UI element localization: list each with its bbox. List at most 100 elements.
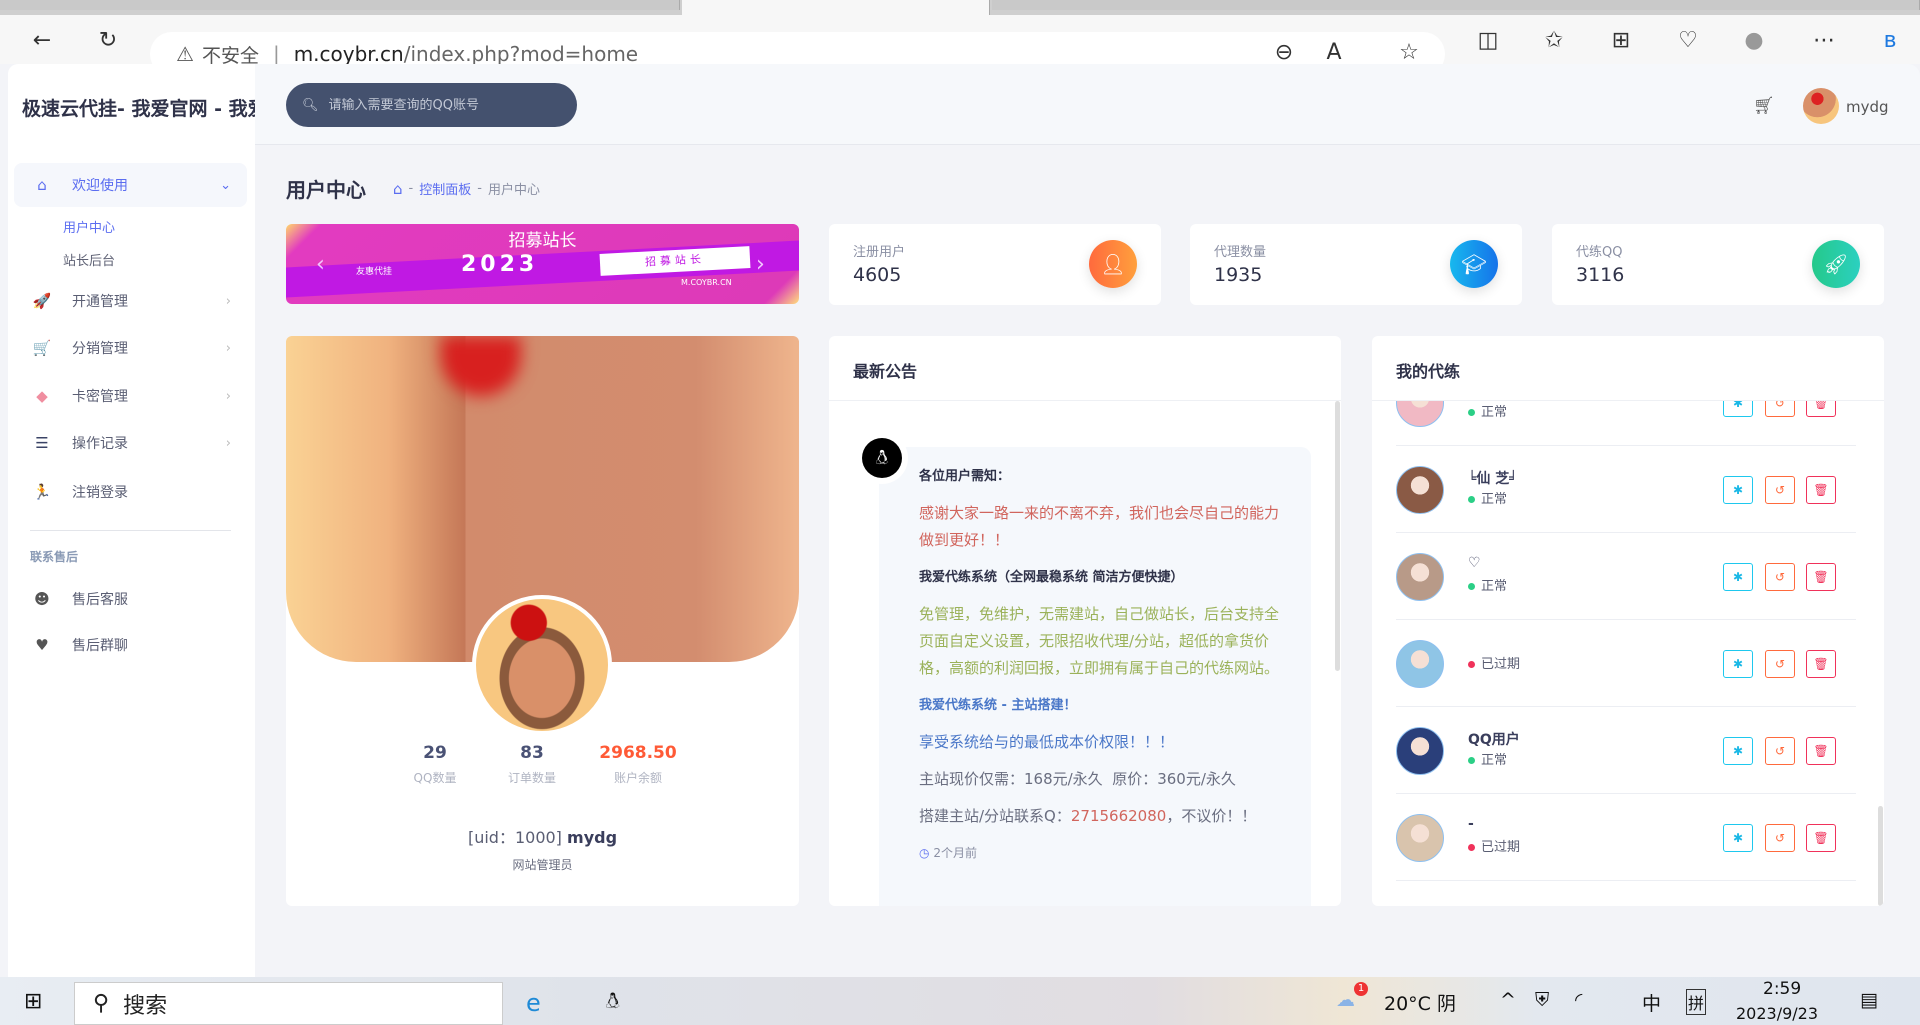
settings-button[interactable]: ✱ bbox=[1723, 650, 1753, 678]
scrollbar[interactable] bbox=[1878, 806, 1883, 906]
more-icon[interactable]: ⋯ bbox=[1810, 28, 1838, 53]
sidebar-item-welcome[interactable]: ⌂ 欢迎使用 ⌄ bbox=[14, 163, 247, 207]
cart-icon[interactable]: 🛒︎ bbox=[1753, 96, 1775, 116]
avatar[interactable] bbox=[1803, 88, 1839, 124]
browser-toolbar: ← ↻ ⚠ 不安全 | m.coybr.cn/index.php?mod=hom… bbox=[0, 15, 1920, 76]
nav-label: 开通管理 bbox=[72, 294, 128, 310]
health-icon[interactable]: ♡ bbox=[1674, 28, 1702, 53]
restart-button[interactable]: ↺ bbox=[1765, 737, 1795, 765]
order-count: 83 订单数量 bbox=[472, 743, 592, 786]
settings-button[interactable]: ✱ bbox=[1723, 824, 1753, 852]
header-username[interactable]: mydg bbox=[1846, 98, 1889, 116]
account-avatar bbox=[1396, 727, 1444, 775]
account-status: 正常 bbox=[1468, 575, 1507, 594]
settings-button[interactable]: ✱ bbox=[1723, 563, 1753, 591]
chevron-left-icon[interactable]: ‹ bbox=[316, 252, 325, 277]
clock-time[interactable]: 2:59 bbox=[1763, 979, 1801, 999]
split-screen-icon[interactable]: ◫ bbox=[1474, 28, 1502, 53]
account-status: 正常 bbox=[1468, 488, 1507, 507]
trash-icon: 🗑︎ bbox=[1813, 483, 1829, 497]
sidebar-item-support[interactable]: ☻ 售后客服 bbox=[14, 577, 247, 621]
restart-button[interactable]: ↺ bbox=[1765, 563, 1795, 591]
qq-icon[interactable]: 🐧︎ bbox=[606, 989, 620, 1017]
taskbar: ⊞ ⚲ 搜索 e 🐧︎ ☁ 1 20°C 阴 ^ ⛨ ◜ 中 拼 2:59 20… bbox=[0, 977, 1920, 1025]
account-list: 大官赐福正常✱↺🗑︎╘仙 芝╛正常✱↺🗑︎♡正常✱↺🗑︎已过期✱↺🗑︎QQ用户正… bbox=[1372, 401, 1884, 906]
delete-button[interactable]: 🗑︎ bbox=[1806, 737, 1836, 765]
taskbar-search[interactable]: ⚲ 搜索 bbox=[74, 982, 503, 1025]
notification-icon[interactable]: ▤ bbox=[1860, 989, 1878, 1011]
restart-button[interactable]: ↺ bbox=[1765, 824, 1795, 852]
ime-mode[interactable]: 中 bbox=[1642, 989, 1661, 1016]
settings-button[interactable]: ✱ bbox=[1723, 737, 1753, 765]
notice-contact-qq[interactable]: 2715662080 bbox=[1071, 807, 1166, 825]
delete-button[interactable]: 🗑︎ bbox=[1806, 650, 1836, 678]
weather-text[interactable]: 20°C 阴 bbox=[1384, 989, 1456, 1016]
breadcrumb-current: 用户中心 bbox=[487, 183, 540, 198]
browser-tab[interactable] bbox=[992, 0, 1920, 10]
profile-icon[interactable]: ● bbox=[1740, 28, 1768, 53]
user-icon: 👤︎ bbox=[1089, 240, 1137, 288]
profile-avatar[interactable] bbox=[472, 595, 612, 735]
delete-button[interactable]: 🗑︎ bbox=[1806, 563, 1836, 591]
browser-tab[interactable] bbox=[0, 0, 680, 10]
refresh-icon[interactable]: ↻ bbox=[94, 28, 122, 53]
search-input[interactable] bbox=[328, 97, 559, 113]
zoom-out-icon[interactable]: ⊖ bbox=[1270, 40, 1298, 65]
restart-button[interactable]: ↺ bbox=[1765, 401, 1795, 417]
url-path: /index.php?mod=home bbox=[403, 42, 639, 66]
sidebar-sub-admin[interactable]: 站长后台 bbox=[63, 250, 115, 269]
order-count-value: 83 bbox=[520, 743, 544, 763]
wifi-icon[interactable]: ◜ bbox=[1575, 989, 1582, 1011]
notice-price: 主站现价仅需：168元/永久 原价：360元/永久 bbox=[919, 770, 1236, 788]
browser-tab-active[interactable] bbox=[682, 0, 990, 15]
restart-button[interactable]: ↺ bbox=[1765, 476, 1795, 504]
sidebar-item-open[interactable]: 🚀 开通管理 › bbox=[14, 279, 247, 323]
gear-icon: ✱ bbox=[1732, 657, 1744, 671]
collections-icon[interactable]: ⊞ bbox=[1607, 28, 1635, 53]
status-dot bbox=[1468, 661, 1475, 668]
restart-button[interactable]: ↺ bbox=[1765, 650, 1795, 678]
status-dot bbox=[1468, 757, 1475, 764]
sidebar-item-group[interactable]: ♥ 售后群聊 bbox=[14, 623, 247, 667]
security-shield-icon[interactable]: ⛨ bbox=[1535, 989, 1549, 1011]
favorites-icon[interactable]: ✩ bbox=[1540, 28, 1568, 53]
clock-date[interactable]: 2023/9/23 bbox=[1736, 1004, 1818, 1023]
account-avatar bbox=[1396, 640, 1444, 688]
delete-button[interactable]: 🗑︎ bbox=[1806, 824, 1836, 852]
gear-icon: ✱ bbox=[1732, 831, 1744, 845]
status-text: 正常 bbox=[1481, 405, 1508, 420]
recruit-banner[interactable]: 招募站长 友惠代挂 2023 招募站长 M.COYBR.CN ‹ › bbox=[286, 224, 799, 304]
home-icon[interactable]: ⌂ bbox=[393, 180, 403, 198]
favorite-star-icon[interactable]: ☆ bbox=[1395, 40, 1423, 65]
qq-search[interactable]: 🔍︎ bbox=[286, 83, 577, 127]
read-aloud-icon[interactable]: A bbox=[1320, 40, 1348, 65]
chevron-up-icon[interactable]: ^ bbox=[1500, 989, 1516, 1011]
scrollbar[interactable] bbox=[1335, 401, 1340, 671]
settings-button[interactable]: ✱ bbox=[1723, 476, 1753, 504]
sidebar-item-distribution[interactable]: 🛒 分销管理 › bbox=[14, 326, 247, 370]
warning-icon: ⚠ bbox=[176, 42, 194, 66]
sidebar-item-logout[interactable]: 🏃 注销登录 bbox=[14, 470, 247, 514]
sidebar-item-cards[interactable]: ◆ 卡密管理 › bbox=[14, 374, 247, 418]
windows-start-icon[interactable]: ⊞ bbox=[24, 989, 42, 1014]
ime-pinyin[interactable]: 拼 bbox=[1686, 989, 1707, 1015]
list-item: - 已过期 ✱ ↺ 🗑︎ bbox=[1396, 794, 1856, 881]
edge-icon[interactable]: e bbox=[526, 989, 541, 1017]
breadcrumb-dashboard[interactable]: 控制面板 bbox=[419, 179, 471, 198]
chevron-right-icon: › bbox=[225, 340, 231, 356]
sidebar-sub-user-center[interactable]: 用户中心 bbox=[63, 217, 115, 236]
chevron-right-icon[interactable]: › bbox=[756, 252, 765, 277]
sidebar-item-logs[interactable]: ☰ 操作记录 › bbox=[14, 421, 247, 465]
delete-button[interactable]: 🗑︎ bbox=[1806, 401, 1836, 417]
settings-button[interactable]: ✱ bbox=[1723, 401, 1753, 417]
account-avatar bbox=[1396, 466, 1444, 514]
weather-icon[interactable]: ☁ bbox=[1336, 989, 1355, 1011]
back-icon[interactable]: ← bbox=[28, 28, 56, 53]
list-item: ♡ 正常 ✱ ↺ 🗑︎ bbox=[1396, 533, 1856, 620]
site-brand[interactable]: 极速云代挂- 我爱官网 - 我爱代练系统 bbox=[22, 94, 255, 121]
bing-icon[interactable]: ʙ bbox=[1876, 28, 1904, 53]
notice-text: 享受系统给与的最低成本价权限！！！ bbox=[919, 733, 1175, 751]
stat-label: 代练QQ bbox=[1576, 245, 1623, 260]
delete-button[interactable]: 🗑︎ bbox=[1806, 476, 1836, 504]
list-icon: ☰ bbox=[35, 434, 49, 452]
